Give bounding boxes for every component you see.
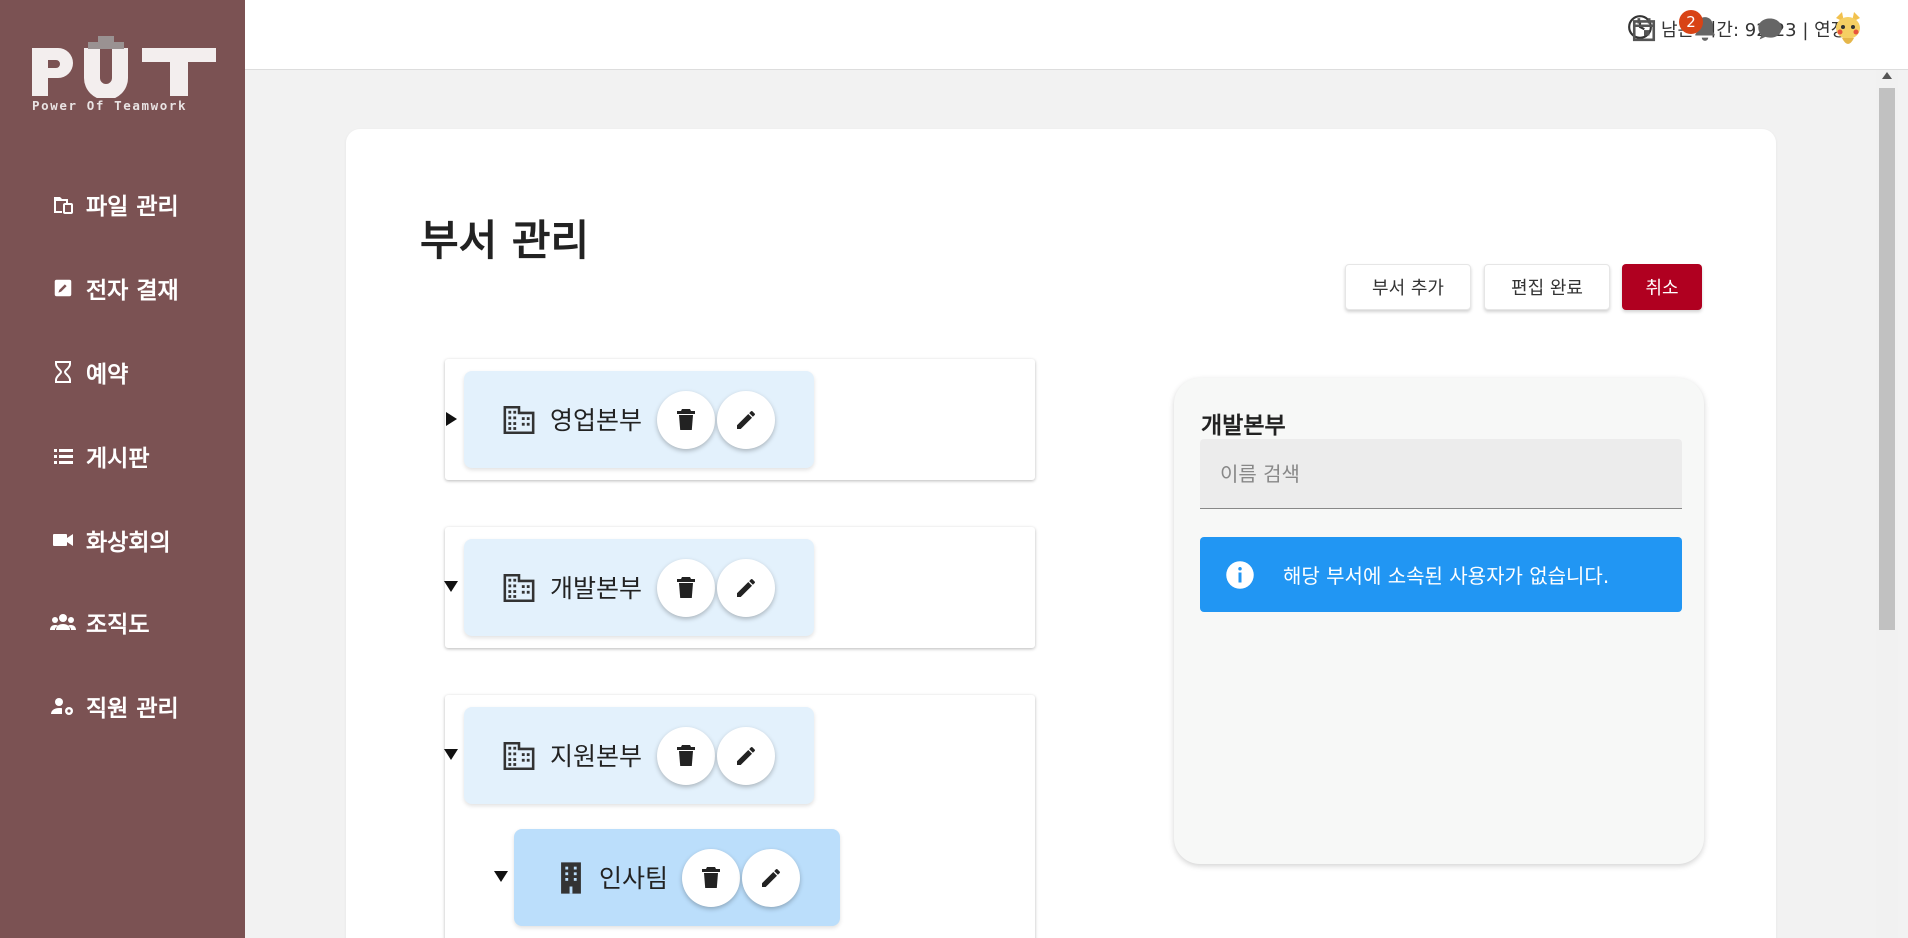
scrollbar-thumb[interactable] xyxy=(1879,88,1895,630)
user-settings-icon xyxy=(50,693,76,719)
sidebar-item-reservation[interactable]: 예약 xyxy=(50,352,128,392)
pencil-icon xyxy=(737,579,755,597)
team-building-icon xyxy=(556,861,590,895)
alert-message: 해당 부서에 소속된 사용자가 없습니다. xyxy=(1283,564,1610,588)
chat-icon[interactable] xyxy=(1753,12,1787,46)
avatar[interactable] xyxy=(1828,10,1868,50)
panel-title: 개발본부 xyxy=(1201,413,1286,439)
department-chip[interactable]: 지원본부 xyxy=(464,707,814,804)
member-search-input[interactable] xyxy=(1200,439,1682,509)
sidebar: Power Of Teamwork 파일 관리 전자 결재 예약 게시판 화상회… xyxy=(0,0,245,938)
department-chip[interactable]: 개발본부 xyxy=(464,539,814,636)
collapse-arrow-icon[interactable] xyxy=(444,749,458,760)
scroll-up-icon[interactable] xyxy=(1882,72,1892,79)
cancel-button[interactable]: 취소 xyxy=(1622,264,1702,310)
top-bar: 남은 시간: 92:23 | 연장 xyxy=(245,0,1908,70)
file-folder-icon xyxy=(50,191,76,217)
sidebar-item-board[interactable]: 게시판 xyxy=(50,436,149,476)
delete-department-button[interactable] xyxy=(657,727,715,785)
delete-department-button[interactable] xyxy=(657,391,715,449)
sidebar-item-e-approval[interactable]: 전자 결재 xyxy=(50,268,179,308)
team-chip-selected[interactable]: 인사팀 xyxy=(514,829,840,926)
edit-department-button[interactable] xyxy=(717,559,775,617)
logo[interactable]: Power Of Teamwork xyxy=(28,34,220,116)
empty-members-alert: 해당 부서에 소속된 사용자가 없습니다. xyxy=(1200,537,1682,612)
expand-arrow-icon[interactable] xyxy=(446,412,457,426)
notification-badge: 2 xyxy=(1679,10,1703,34)
sidebar-item-label: 전자 결재 xyxy=(86,278,179,304)
pencil-icon xyxy=(762,869,780,887)
department-chip[interactable]: 영업본부 xyxy=(464,371,814,468)
department-name: 영업본부 xyxy=(550,406,643,435)
trash-icon xyxy=(677,745,695,766)
edit-department-button[interactable] xyxy=(717,391,775,449)
sidebar-item-video-conference[interactable]: 화상회의 xyxy=(50,520,171,560)
pencil-icon xyxy=(737,411,755,429)
delete-team-button[interactable] xyxy=(682,849,740,907)
trash-icon xyxy=(677,577,695,598)
list-icon xyxy=(50,443,76,469)
sidebar-item-org-chart[interactable]: 조직도 xyxy=(50,602,149,642)
department-name: 개발본부 xyxy=(550,574,643,603)
department-name: 지원본부 xyxy=(550,742,643,771)
calendar-icon[interactable] xyxy=(1627,12,1661,46)
hourglass-icon xyxy=(50,359,76,385)
edit-team-button[interactable] xyxy=(742,849,800,907)
collapse-arrow-icon[interactable] xyxy=(494,871,508,882)
logo-subtitle: Power Of Teamwork xyxy=(32,98,188,113)
sidebar-item-label: 예약 xyxy=(86,362,129,388)
delete-department-button[interactable] xyxy=(657,559,715,617)
sidebar-item-staff-management[interactable]: 직원 관리 xyxy=(50,686,179,726)
group-icon xyxy=(50,609,76,635)
logo-mark xyxy=(32,36,216,98)
add-department-button[interactable]: 부서 추가 xyxy=(1345,264,1471,310)
sidebar-item-label: 게시판 xyxy=(86,446,150,472)
info-icon xyxy=(1225,560,1255,590)
sidebar-item-label: 화상회의 xyxy=(86,530,171,556)
finish-editing-button[interactable]: 편집 완료 xyxy=(1484,264,1610,310)
collapse-arrow-icon[interactable] xyxy=(444,581,458,592)
edit-department-button[interactable] xyxy=(717,727,775,785)
trash-icon xyxy=(677,409,695,430)
edit-document-icon xyxy=(50,275,76,301)
pencil-icon xyxy=(737,747,755,765)
sidebar-item-label: 파일 관리 xyxy=(86,194,179,220)
sidebar-item-label: 조직도 xyxy=(86,612,150,638)
trash-icon xyxy=(702,867,720,888)
team-name: 인사팀 xyxy=(599,864,669,893)
sidebar-item-label: 직원 관리 xyxy=(86,696,179,722)
video-camera-icon xyxy=(50,527,76,553)
building-icon xyxy=(502,739,536,773)
page-scrollbar[interactable] xyxy=(1876,70,1898,938)
sidebar-item-file-management[interactable]: 파일 관리 xyxy=(50,184,179,224)
page-title: 부서 관리 xyxy=(420,216,590,265)
building-icon xyxy=(502,403,536,437)
building-icon xyxy=(502,571,536,605)
